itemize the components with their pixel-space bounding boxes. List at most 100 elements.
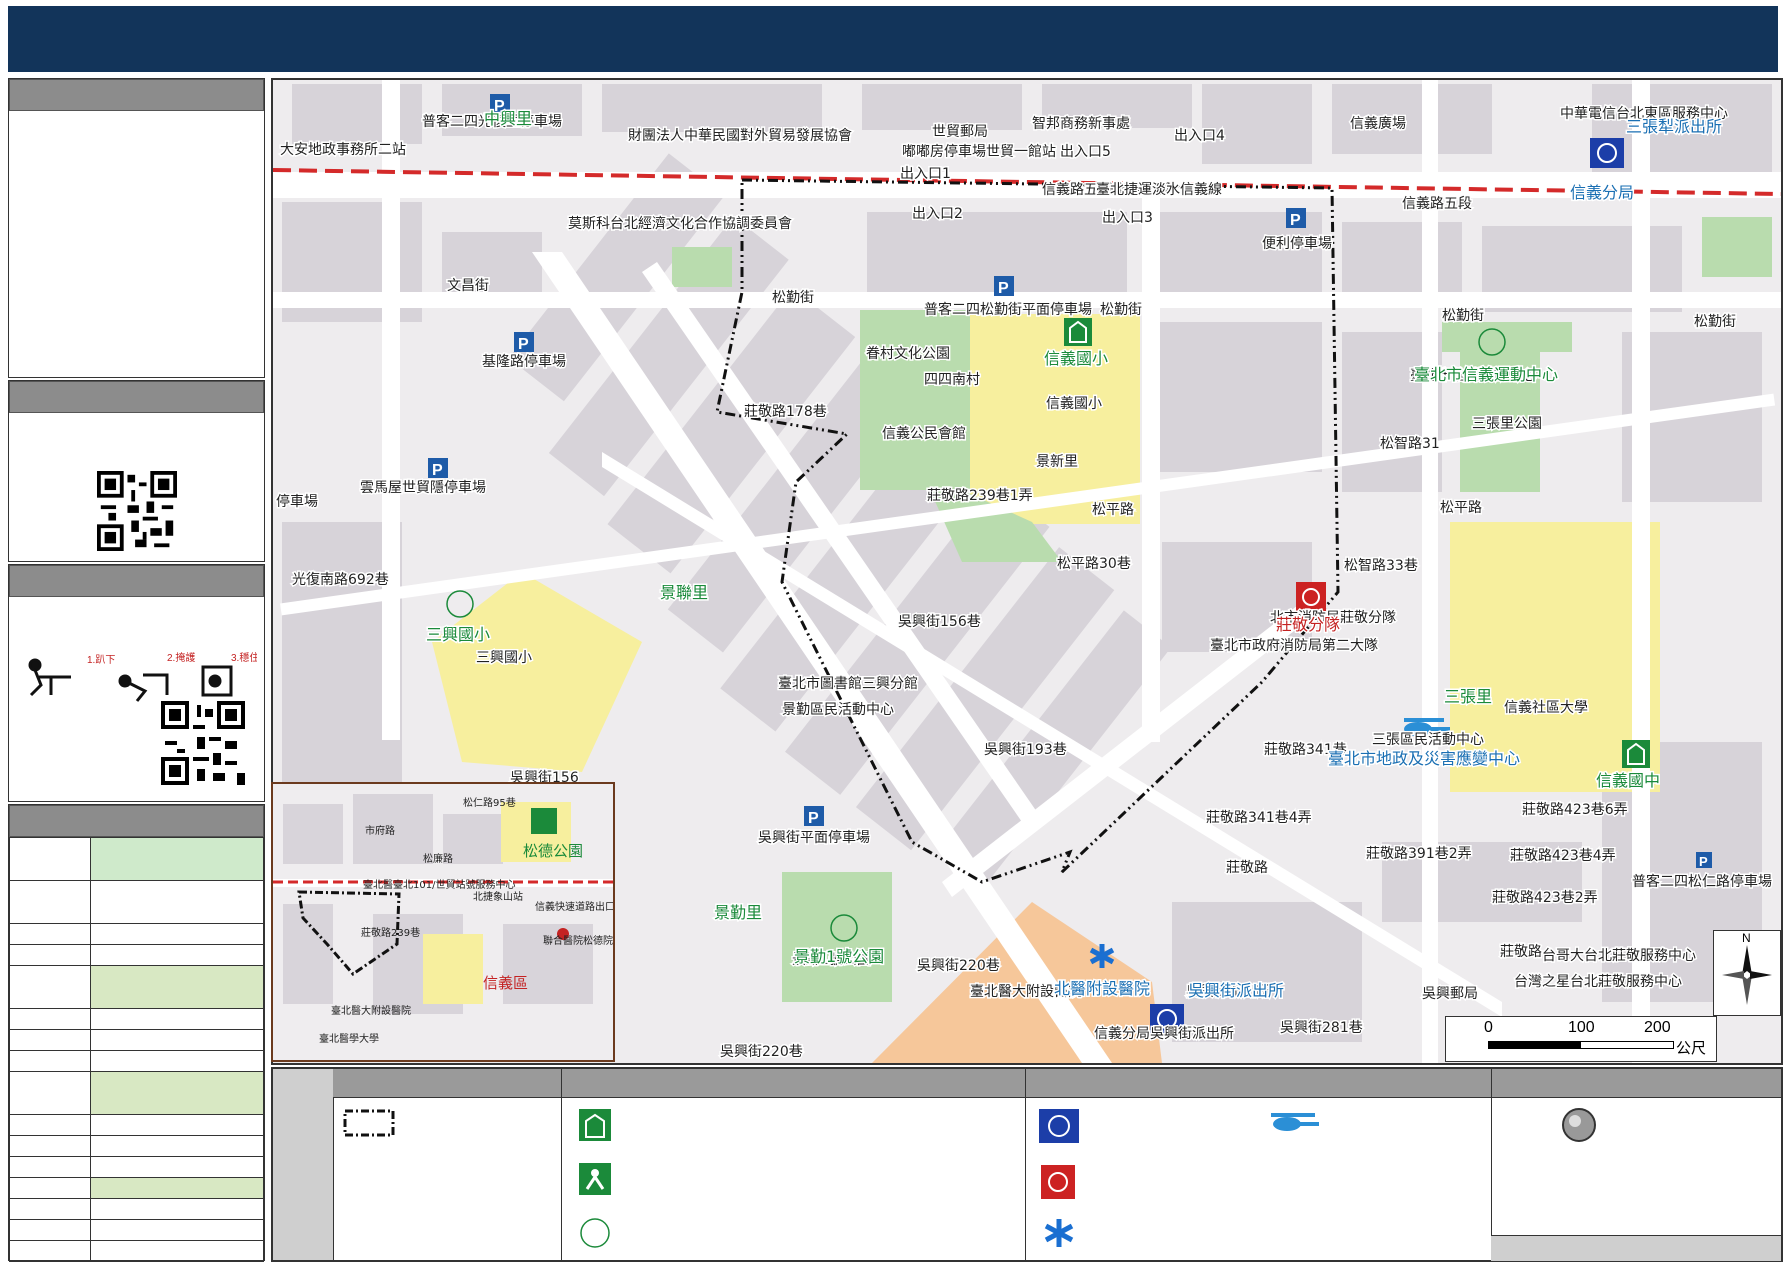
poi-label-25: 三興國小 <box>476 650 532 666</box>
legend-boundary-symbol <box>343 1109 395 1137</box>
step-label-2: 2.掩護 <box>167 651 195 664</box>
inset-label-7: 莊敬路239巷 <box>361 926 420 939</box>
qr-panel <box>8 380 265 562</box>
poi-label-16: 信義國小 <box>1046 395 1102 412</box>
street-label-26: 莊敬路 <box>1500 944 1542 960</box>
earthquake-panel-header <box>9 565 264 597</box>
poi-label-1: 財團法人中華民國對外貿易發展協會 <box>628 128 852 144</box>
poi-label-36: 信義分局吳興街派出所 <box>1094 1025 1234 1042</box>
poi-label-5: 出入口5 <box>1060 144 1111 160</box>
svg-text:P: P <box>808 810 819 827</box>
poi-label-28: 臺北市政府消防局第二大隊 <box>1210 637 1378 654</box>
scale-tick-100: 100 <box>1568 1019 1595 1036</box>
poi-label-7: 出入口1 <box>900 166 951 182</box>
inset-svg: 松仁路95巷松德公園 市府路松廉路臺北醫臺北101/世貿站號服務中心北捷象山站信義… <box>273 784 613 1060</box>
street-label-5: 松勤街 <box>1694 314 1736 330</box>
street-label-7: 莊敬路178巷 <box>744 404 827 420</box>
poi-label-18: 景新里 <box>1036 454 1078 470</box>
svg-text:P: P <box>998 280 1009 297</box>
inset-label-3: 松廉路 <box>423 852 453 865</box>
street-label-18: 吳興街281巷 <box>1280 1020 1363 1036</box>
poi-label-24: 三張里公園 <box>1472 416 1542 432</box>
step-label-1: 1.趴下 <box>87 654 115 666</box>
street-label-2: 松勤街 <box>772 290 814 306</box>
title-bar <box>8 6 1778 72</box>
xinyi-sports-green <box>1442 322 1572 352</box>
street-label-15: 吳興街193巷 <box>984 742 1067 758</box>
poi-label-37: 吳興郵局 <box>1422 986 1478 1002</box>
inset-label-2: 市府路 <box>365 824 395 837</box>
qr-panel-header <box>9 381 264 413</box>
contacts-table-header <box>9 805 264 837</box>
street-label-14: 吳興街156巷 <box>898 614 981 630</box>
poi-label-10: 大安地政事務所二站 <box>280 142 406 158</box>
poi-label-15: 四四南村 <box>924 372 980 388</box>
area-label-12: 北醫附設醫院 <box>1054 979 1150 998</box>
inset-label-5: 北捷象山站 <box>473 890 523 903</box>
legend-police-icon <box>1039 1109 1079 1143</box>
street-label-11: 松平路30巷 <box>1057 556 1131 572</box>
poi-label-6: 出入口4 <box>1174 128 1225 144</box>
street-label-8: 松智路31 <box>1380 436 1440 452</box>
inset-label-10: 臺北醫大附設醫院 <box>331 1004 411 1017</box>
legend-fire-icon <box>1041 1165 1075 1199</box>
street-label-24: 莊敬路423巷2弄 <box>1492 890 1598 906</box>
scale-bar: 0 100 200 公尺 <box>1445 1016 1717 1062</box>
street-label-29: 基隆路停車場 <box>482 353 566 370</box>
area-label-6: 景勤1號公園 <box>794 947 884 966</box>
inset-label-1: 松德公園 <box>523 842 583 860</box>
fire-station-icon <box>1296 582 1326 612</box>
svg-text:P: P <box>432 462 443 479</box>
poi-label-13: 普客二四松勤街平面停車場 <box>924 301 1092 318</box>
poi-label-11: 莫斯科台北經濟文化合作協調委員會 <box>568 216 792 232</box>
poi-label-41: 臺北捷運淡水信義線 <box>1096 181 1222 198</box>
poi-label-32: 吳興街平面停車場 <box>758 829 870 846</box>
legend-panel <box>271 1067 1783 1262</box>
street-label-16: 吳興街220巷 <box>917 958 1000 974</box>
north-arrow: N <box>1713 930 1781 1016</box>
step-label-3: 3.穩住 <box>231 651 257 664</box>
street-label-22: 莊敬路423巷6弄 <box>1522 802 1628 818</box>
legend-gray-circle-icon <box>1562 1108 1596 1142</box>
poi-label-9: 出入口3 <box>1102 210 1153 226</box>
legend-symbols <box>343 1108 1596 1248</box>
area-label-7: 臺北市信義運動中心 <box>1414 365 1558 384</box>
street-label-3: 松勤街 <box>1100 302 1142 318</box>
poi-label-27: 景勤區民活動中心 <box>782 702 894 718</box>
info-panel-1 <box>8 78 265 378</box>
svg-text:P: P <box>1290 212 1301 229</box>
inset-label-11: 臺北醫學大學 <box>319 1032 379 1045</box>
area-label-3: 景勤里 <box>714 903 762 922</box>
street-label-4: 松勤街 <box>1442 308 1484 324</box>
legend-medical-icon <box>1044 1219 1074 1247</box>
poi-label-40: 普客二四松仁路停車場 <box>1632 873 1772 890</box>
poi-label-20: 停車場 <box>276 493 318 510</box>
inset-map[interactable]: 松仁路95巷 松德公園 市府路 松廉路 臺北醫臺北101/世貿站號服務中心 北捷象山站 信義… <box>271 782 615 1062</box>
area-label-4: 信義國小 <box>1044 349 1108 368</box>
poi-label-4: 嘟嘟房停車場世貿一館站 <box>902 143 1056 160</box>
street-label-10: 松平路 <box>1092 502 1134 518</box>
legend-shelter-icon <box>579 1109 611 1141</box>
contacts-table-panel <box>8 804 265 1262</box>
poi-label-2: 世貿郵局 <box>932 124 988 140</box>
area-label-13: 吳興街派出所 <box>1188 981 1284 1000</box>
poi-label-12: 便利停車場 <box>1262 235 1332 252</box>
info-panel-1-header <box>9 79 264 111</box>
scale-tick-200: 200 <box>1644 1019 1671 1036</box>
street-label-6: 文昌街 <box>447 278 489 294</box>
poi-label-30: 三張區民活動中心 <box>1372 732 1484 748</box>
poi-label-31: 信義社區大學 <box>1504 699 1588 716</box>
scale-tick-0: 0 <box>1484 1019 1493 1036</box>
street-label-20: 莊敬路341巷4弄 <box>1206 810 1312 826</box>
legend-evacuation-icon <box>579 1163 611 1195</box>
poi-label-3: 智邦商務新事處 <box>1032 116 1130 132</box>
area-label-5: 三興國小 <box>426 625 490 644</box>
inset-label-6: 信義快速道路出口 <box>535 900 613 913</box>
street-label-1: 信義路五段 <box>1402 195 1472 212</box>
legend-helicopter-icon <box>1271 1113 1319 1131</box>
scale-black-segment <box>1488 1041 1580 1049</box>
area-label-10: 信義分局 <box>1570 183 1634 202</box>
jingqin-park <box>782 872 892 1002</box>
poi-label-22: 信義廣場 <box>1350 115 1406 132</box>
poi-label-26: 臺北市圖書館三興分館 <box>778 675 918 692</box>
